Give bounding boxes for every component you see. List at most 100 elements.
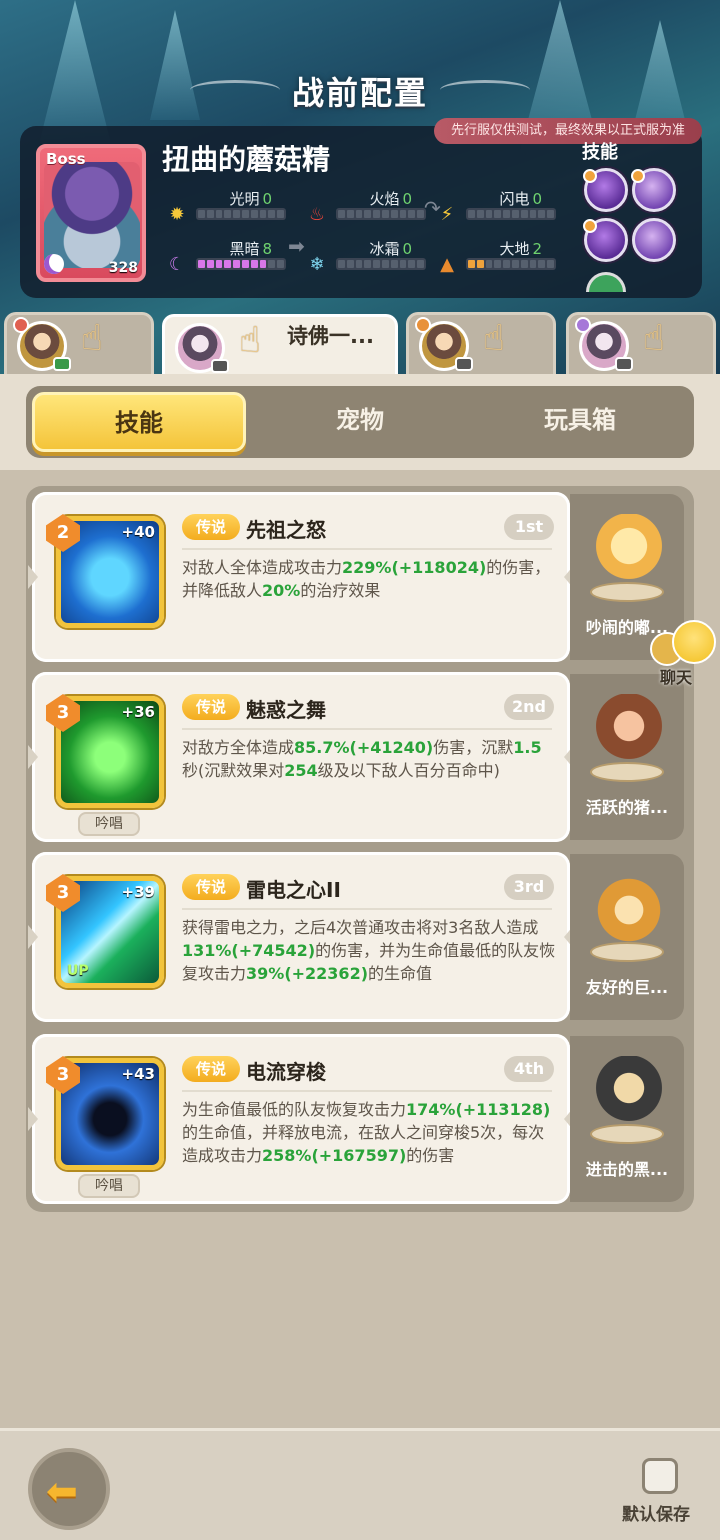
hero-status-badge bbox=[455, 357, 473, 371]
tab-skill[interactable]: 技能 bbox=[32, 392, 246, 452]
skill-description: 对敌方全体造成85.7%(+41240)伤害，沉默1.5秒(沉默效果对254级及… bbox=[182, 738, 542, 780]
test-server-notice: 先行服仅供测试，最终效果以正式服为准 bbox=[434, 118, 702, 144]
element-bar-segment bbox=[476, 260, 484, 268]
skill-order-badge: 3rd bbox=[504, 874, 554, 900]
element-bar-segment bbox=[547, 260, 554, 268]
element-bar-segment bbox=[277, 210, 284, 218]
element-bar-segment bbox=[250, 210, 258, 218]
arrow-left-icon: ⬅ bbox=[46, 1469, 78, 1513]
skill-bonus: +43 bbox=[121, 1065, 155, 1083]
hero-tab-1[interactable]: ☝ bbox=[4, 312, 154, 376]
element-bar-segment bbox=[355, 260, 363, 268]
flame-icon: ♨ bbox=[308, 204, 326, 225]
element-label: 黑暗 bbox=[229, 240, 260, 258]
element-bar-segment bbox=[206, 210, 214, 218]
hero-status-badge bbox=[615, 357, 633, 371]
element-bar-segment bbox=[198, 210, 205, 218]
hand-point-icon: ☝ bbox=[239, 320, 261, 361]
boss-skills-label: 技能 bbox=[582, 142, 618, 163]
element-bar-segment bbox=[250, 260, 258, 268]
element-bar-segment bbox=[468, 260, 475, 268]
hero-tab-3[interactable]: ☝ bbox=[406, 312, 556, 376]
element-value: 0 bbox=[262, 190, 272, 208]
pet-slot-4[interactable]: 进击的黑... bbox=[570, 1036, 684, 1202]
element-bar-segment bbox=[224, 260, 232, 268]
hero-tab-4[interactable]: ☝ bbox=[566, 312, 716, 376]
arrow-right-icon: ➡ bbox=[288, 234, 305, 258]
element-frost: ❄ 冰霜 0 bbox=[306, 238, 436, 278]
element-bar bbox=[196, 258, 286, 270]
boss-skill-orb[interactable] bbox=[583, 168, 628, 212]
default-save-label: 默认保存 bbox=[622, 1505, 690, 1525]
mountain-icon: ▲ bbox=[440, 254, 454, 275]
hand-point-icon: ☝ bbox=[81, 318, 103, 359]
element-bar bbox=[336, 208, 426, 220]
element-bar-segment bbox=[215, 210, 223, 218]
pet-name: 友好的巨... bbox=[585, 978, 669, 997]
hero-tab-2[interactable]: ☝ 诗佛一... bbox=[162, 314, 398, 380]
boss-skill-orb-partial[interactable] bbox=[586, 272, 626, 292]
skill-order-badge: 2nd bbox=[504, 694, 554, 720]
element-bar-segment bbox=[259, 210, 267, 218]
hero-element-icon bbox=[415, 317, 431, 333]
element-bar-segment bbox=[520, 210, 528, 218]
skill-card-3[interactable]: +39 UP 3 传说 雷电之心II 3rd 获得雷电之力，之后4次普通攻击将对3… bbox=[32, 852, 570, 1022]
pet-slot-2[interactable]: 活跃的猪... bbox=[570, 674, 684, 840]
boss-skill-orb[interactable] bbox=[631, 168, 676, 212]
element-label: 光明 bbox=[229, 190, 260, 208]
pet-name: 进击的黑... bbox=[585, 1160, 669, 1179]
chat-button[interactable]: 聊天 bbox=[648, 620, 720, 690]
divider bbox=[182, 548, 552, 550]
element-bar-segment bbox=[529, 260, 537, 268]
default-save-checkbox[interactable] bbox=[642, 1458, 678, 1494]
boss-level: 328 bbox=[108, 260, 138, 276]
element-bar-segment bbox=[346, 260, 354, 268]
element-bar-segment bbox=[364, 260, 372, 268]
element-bar-segment bbox=[529, 210, 537, 218]
element-bar-segment bbox=[390, 210, 398, 218]
skill-name: 雷电之心II bbox=[246, 878, 341, 902]
element-dark: ☾ 黑暗 8 bbox=[166, 238, 296, 278]
skill-description: 为生命值最低的队友恢复攻击力174%(+113128)的生命值，并释放电流，在敌… bbox=[182, 1100, 551, 1165]
pet-pedestal bbox=[590, 762, 664, 782]
hero-status-badge bbox=[53, 357, 71, 371]
element-bar-segment bbox=[538, 260, 546, 268]
element-bar-segment bbox=[399, 260, 407, 268]
element-fire: ♨ 火焰 0 bbox=[306, 188, 436, 228]
mushroom-boss-image bbox=[44, 162, 140, 268]
skill-pip-icon bbox=[583, 219, 597, 233]
chant-tag: 吟唱 bbox=[78, 812, 140, 836]
tab-toybox[interactable]: 玩具箱 bbox=[474, 392, 686, 452]
tab-pet[interactable]: 宠物 bbox=[254, 392, 466, 452]
element-value: 0 bbox=[402, 240, 412, 258]
skill-card-1[interactable]: +40 2 传说 先祖之怒 1st 对敌人全体造成攻击力229%(+118024… bbox=[32, 492, 570, 662]
element-label: 冰霜 bbox=[369, 240, 400, 258]
skill-card-4[interactable]: +43 3 吟唱 传说 电流穿梭 4th 为生命值最低的队友恢复攻击力174%(… bbox=[32, 1034, 570, 1204]
element-bar-segment bbox=[417, 260, 424, 268]
chat-label: 聊天 bbox=[660, 668, 693, 687]
skill-bonus: +39 bbox=[121, 883, 155, 901]
element-earth: ▲ 大地 2 bbox=[436, 238, 566, 278]
skill-name: 先祖之怒 bbox=[246, 518, 326, 542]
boss-skill-orb[interactable] bbox=[632, 218, 676, 262]
element-bar-segment bbox=[485, 260, 493, 268]
element-bar-segment bbox=[346, 210, 354, 218]
boss-skill-orb[interactable] bbox=[583, 218, 628, 262]
element-bar-segment bbox=[538, 210, 546, 218]
skill-card-2[interactable]: +36 3 吟唱 传说 魅惑之舞 2nd 对敌方全体造成85.7%(+41240… bbox=[32, 672, 570, 842]
hero-element-icon bbox=[13, 317, 29, 333]
element-light: ✹ 光明 0 bbox=[166, 188, 296, 228]
back-button[interactable]: ⬅ bbox=[28, 1448, 110, 1530]
hero-status-badge bbox=[211, 359, 229, 373]
element-bar-segment bbox=[364, 210, 372, 218]
element-bar bbox=[466, 208, 556, 220]
pet-pedestal bbox=[590, 1124, 664, 1144]
element-bar bbox=[196, 208, 286, 220]
pet-slot-3[interactable]: 友好的巨... bbox=[570, 854, 684, 1020]
pet-pedestal bbox=[590, 582, 664, 602]
pet-pedestal bbox=[590, 942, 664, 962]
skill-bonus: +40 bbox=[121, 523, 155, 541]
element-bar-segment bbox=[268, 260, 276, 268]
element-bar-segment bbox=[381, 210, 389, 218]
boss-portrait[interactable]: Boss 328 bbox=[36, 144, 146, 282]
